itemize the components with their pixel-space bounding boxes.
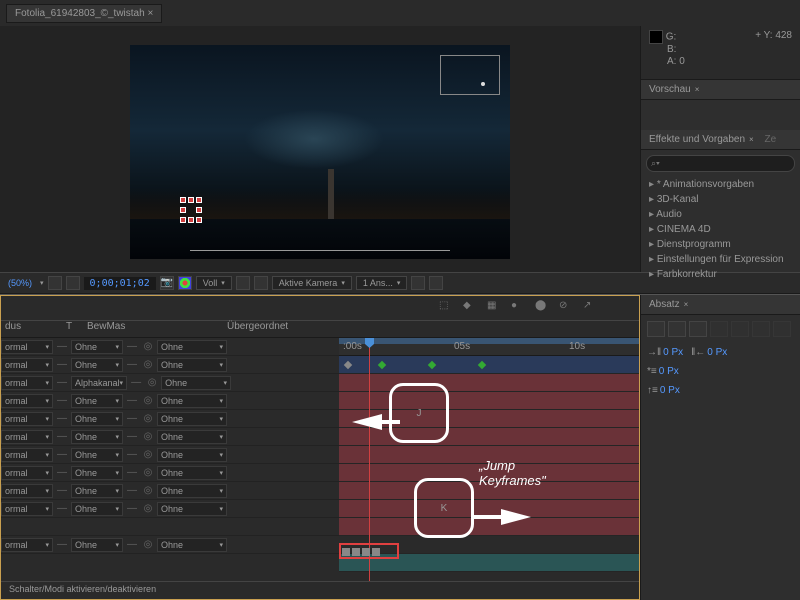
preview-image <box>130 45 510 259</box>
tree-item[interactable]: Audio <box>645 207 796 222</box>
track[interactable] <box>339 464 639 482</box>
align-right-icon[interactable] <box>689 321 707 337</box>
time-ruler[interactable]: :00s 05s 10s <box>339 338 639 356</box>
snapshot-icon[interactable]: 📷 <box>160 276 174 290</box>
track[interactable] <box>339 482 639 500</box>
layer-row[interactable]: ormal—Ohne—◎Ohne <box>1 446 339 464</box>
grid-icon[interactable] <box>48 276 62 290</box>
timeline-footer[interactable]: Schalter/Modi aktivieren/deaktivieren <box>1 581 639 599</box>
keyframe-highlight <box>339 543 399 559</box>
info-panel: G:+ Y: 428 B: A: 0 <box>641 26 800 80</box>
space-before[interactable]: ↑≡ 0 Px <box>647 385 680 396</box>
roi-icon[interactable] <box>236 276 250 290</box>
layer-row[interactable]: ormal—Alphakanal—◎Ohne <box>1 374 339 392</box>
project-tab-bar: Fotolia_61942803_©_twistah × <box>0 0 800 26</box>
col-header: T <box>51 321 87 337</box>
graph-overlay <box>440 55 500 95</box>
camera-dropdown[interactable]: Aktive Kamera <box>272 276 352 290</box>
track[interactable] <box>339 518 639 536</box>
track[interactable] <box>339 428 639 446</box>
justify-icon[interactable] <box>710 321 728 337</box>
effects-panel-tab[interactable]: Effekte und Vorgaben × Ze <box>641 130 800 150</box>
layer-row[interactable]: ormal—Ohne—◎Ohne <box>1 464 339 482</box>
col-header: Übergeordnet <box>227 321 327 337</box>
timeline-panel: ⬚ ◆ ▦ ● ⬤ ⊘ ↗ dus T BewMas Übergeordnet … <box>0 295 640 600</box>
tool-icon[interactable]: ⊘ <box>559 300 575 316</box>
timeline-tracks[interactable]: :00s 05s 10s J „Jump Keyf <box>339 338 639 581</box>
tool-icon[interactable]: ● <box>511 300 527 316</box>
pixel-aspect-icon[interactable] <box>411 276 425 290</box>
track[interactable] <box>339 374 639 392</box>
project-tab[interactable]: Fotolia_61942803_©_twistah × <box>6 4 162 23</box>
fast-preview-icon[interactable] <box>429 276 443 290</box>
align-center-icon[interactable] <box>668 321 686 337</box>
tree-item[interactable]: CINEMA 4D <box>645 222 796 237</box>
timeline-toolbar: ⬚ ◆ ▦ ● ⬤ ⊘ ↗ <box>1 296 639 320</box>
effects-tree: * Animationsvorgaben 3D-Kanal Audio CINE… <box>641 177 800 282</box>
layer-row[interactable]: ormal—Ohne—◎Ohne <box>1 338 339 356</box>
layer-row[interactable]: ormal—Ohne—◎Ohne <box>1 410 339 428</box>
tree-item[interactable]: Dienstprogramm <box>645 237 796 252</box>
col-header: BewMas <box>87 321 147 337</box>
tree-item[interactable]: * Animationsvorgaben <box>645 177 796 192</box>
layer-row[interactable]: ormal—Ohne—◎Ohne <box>1 356 339 374</box>
indent-first[interactable]: *≡ 0 Px <box>647 366 679 377</box>
track[interactable] <box>339 392 639 410</box>
resolution-dropdown[interactable]: Voll <box>196 276 232 290</box>
selection-handles[interactable] <box>180 197 204 227</box>
tree-item[interactable]: Einstellungen für Expression <box>645 252 796 267</box>
transparency-icon[interactable] <box>254 276 268 290</box>
track[interactable] <box>339 410 639 428</box>
justify-icon[interactable] <box>773 321 791 337</box>
tool-icon[interactable]: ⬤ <box>535 300 551 316</box>
align-left-icon[interactable] <box>647 321 665 337</box>
tree-item[interactable]: 3D-Kanal <box>645 192 796 207</box>
zoom-dropdown[interactable]: (50%) <box>4 277 36 289</box>
layer-row[interactable]: ormal—Ohne—◎Ohne <box>1 536 339 554</box>
col-header: dus <box>1 321 51 337</box>
justify-icon[interactable] <box>752 321 770 337</box>
views-dropdown[interactable]: 1 Ans... <box>356 276 408 290</box>
layer-row[interactable]: ormal—Ohne—◎Ohne <box>1 482 339 500</box>
layer-row[interactable]: ormal—Ohne—◎Ohne <box>1 392 339 410</box>
indent-right[interactable]: ‖← 0 Px <box>691 347 727 358</box>
justify-icon[interactable] <box>731 321 749 337</box>
indent-left[interactable]: →‖ 0 Px <box>647 347 683 358</box>
tool-icon[interactable]: ⬚ <box>439 300 455 316</box>
tool-icon[interactable]: ▦ <box>487 300 503 316</box>
track[interactable] <box>339 500 639 518</box>
effects-search[interactable]: ⌕▾ <box>646 155 795 172</box>
mask-icon[interactable] <box>66 276 80 290</box>
layer-row[interactable]: ormal—Ohne—◎Ohne <box>1 500 339 518</box>
composition-viewer[interactable] <box>0 26 640 272</box>
layer-list: ormal—Ohne—◎Ohne ormal—Ohne—◎Ohne ormal—… <box>1 338 339 581</box>
tool-icon[interactable]: ◆ <box>463 300 479 316</box>
track[interactable] <box>339 356 639 374</box>
timecode-display[interactable]: 0;00;01;02 <box>84 277 156 290</box>
tree-item[interactable]: Farbkorrektur <box>645 267 796 282</box>
tool-icon[interactable]: ↗ <box>583 300 599 316</box>
preview-panel-tab[interactable]: Vorschau × <box>641 80 800 100</box>
channel-icon[interactable] <box>178 276 192 290</box>
layer-row[interactable]: ormal—Ohne—◎Ohne <box>1 428 339 446</box>
track[interactable] <box>339 446 639 464</box>
paragraph-panel-tab[interactable]: Absatz × <box>641 295 800 315</box>
